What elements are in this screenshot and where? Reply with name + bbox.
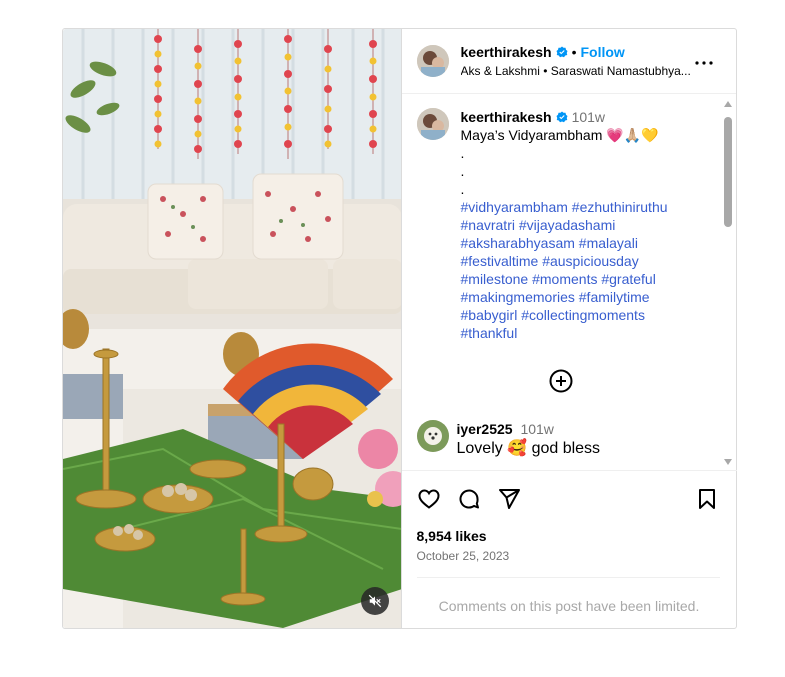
caption-title: Maya’s Vidyarambham 💗🙏🏼💛 bbox=[460, 127, 659, 143]
caption-username[interactable]: keerthirakesh bbox=[461, 108, 552, 126]
audio-subtitle[interactable]: Aks & Lakshmi • Saraswati Namastubhya... bbox=[461, 63, 696, 79]
hashtag-link[interactable]: #collectingmoments bbox=[521, 307, 645, 323]
post-card: keerthirakesh • Follow Aks & Lakshmi • S… bbox=[62, 28, 737, 629]
heart-icon[interactable] bbox=[417, 487, 441, 511]
hashtag-link[interactable]: #grateful bbox=[601, 271, 655, 287]
caption-avatar[interactable] bbox=[416, 108, 449, 140]
comments-scrollbar[interactable] bbox=[722, 99, 734, 467]
author-avatar[interactable] bbox=[416, 45, 449, 77]
avatar-image bbox=[416, 108, 449, 140]
hashtag-link[interactable]: #vijayadashami bbox=[519, 217, 616, 233]
comments-limited-notice: Comments on this post have been limited. bbox=[438, 598, 700, 614]
hashtag-link[interactable]: #festivaltime bbox=[461, 253, 539, 269]
hashtag-link[interactable]: #navratri bbox=[461, 217, 515, 233]
caption-dot: . bbox=[460, 145, 465, 161]
avatar-image bbox=[416, 45, 449, 77]
muted-speaker-icon bbox=[368, 594, 382, 608]
divider bbox=[416, 577, 720, 578]
hashtag-link[interactable]: #aksharabhyasam bbox=[461, 235, 575, 251]
caption-age[interactable]: 101w bbox=[572, 108, 605, 126]
verified-badge-icon bbox=[556, 46, 568, 58]
comment-age[interactable]: 101w bbox=[520, 421, 553, 437]
commenter-username[interactable]: iyer2525 bbox=[457, 421, 513, 437]
bookmark-icon[interactable] bbox=[695, 487, 719, 511]
hashtag-link[interactable]: #babygirl bbox=[461, 307, 518, 323]
mute-toggle-button[interactable] bbox=[361, 587, 389, 615]
follow-button[interactable]: Follow bbox=[580, 43, 624, 61]
hashtag-link[interactable]: #auspiciousday bbox=[542, 253, 639, 269]
hashtag-link[interactable]: #moments bbox=[532, 271, 597, 287]
scrollbar-thumb[interactable] bbox=[724, 117, 732, 227]
hashtag-link[interactable]: #familytime bbox=[579, 289, 650, 305]
comments-section: keerthirakesh 101w Maya’s Vidyarambham 💗… bbox=[402, 95, 737, 469]
scroll-down-arrow-icon[interactable] bbox=[724, 459, 732, 465]
post-date[interactable]: October 25, 2023 bbox=[417, 549, 510, 563]
verified-badge-icon bbox=[556, 111, 568, 123]
comment-icon[interactable] bbox=[457, 487, 481, 511]
post-video[interactable] bbox=[63, 29, 402, 628]
comment-item: iyer2525 101w Lovely 🥰 god bless bbox=[416, 420, 707, 460]
hashtag-link[interactable]: #malayali bbox=[579, 235, 638, 251]
avatar-image bbox=[416, 420, 449, 452]
post-actions: 8,954 likes October 25, 2023 Comments on… bbox=[401, 470, 737, 630]
header-separator: • bbox=[571, 44, 577, 60]
scroll-up-arrow-icon[interactable] bbox=[724, 101, 732, 107]
hashtag-link[interactable]: #makingmemories bbox=[461, 289, 575, 305]
hashtag-link[interactable]: #vidhyarambham bbox=[461, 199, 568, 215]
author-username[interactable]: keerthirakesh bbox=[461, 43, 552, 61]
commenter-avatar[interactable] bbox=[416, 420, 449, 452]
hashtag-list: #vidhyarambham #ezhuthiniruthu #navratri… bbox=[461, 198, 711, 342]
post-caption: keerthirakesh 101w Maya’s Vidyarambham 💗… bbox=[402, 95, 737, 342]
comment-text: Lovely 🥰 god bless bbox=[456, 440, 601, 457]
caption-dot: . bbox=[460, 181, 465, 197]
hashtag-link[interactable]: #thankful bbox=[461, 325, 518, 341]
video-frame-image bbox=[63, 29, 401, 628]
more-options-icon[interactable] bbox=[692, 51, 716, 75]
plus-circle-icon[interactable] bbox=[549, 369, 573, 393]
share-icon[interactable] bbox=[497, 487, 521, 511]
hashtag-link[interactable]: #ezhuthiniruthu bbox=[572, 199, 668, 215]
hashtag-link[interactable]: #milestone bbox=[461, 271, 529, 287]
likes-count[interactable]: 8,954 likes bbox=[417, 528, 487, 544]
caption-dot: . bbox=[460, 163, 465, 179]
post-details-panel: keerthirakesh • Follow Aks & Lakshmi • S… bbox=[401, 29, 737, 630]
post-header: keerthirakesh • Follow Aks & Lakshmi • S… bbox=[401, 29, 736, 94]
